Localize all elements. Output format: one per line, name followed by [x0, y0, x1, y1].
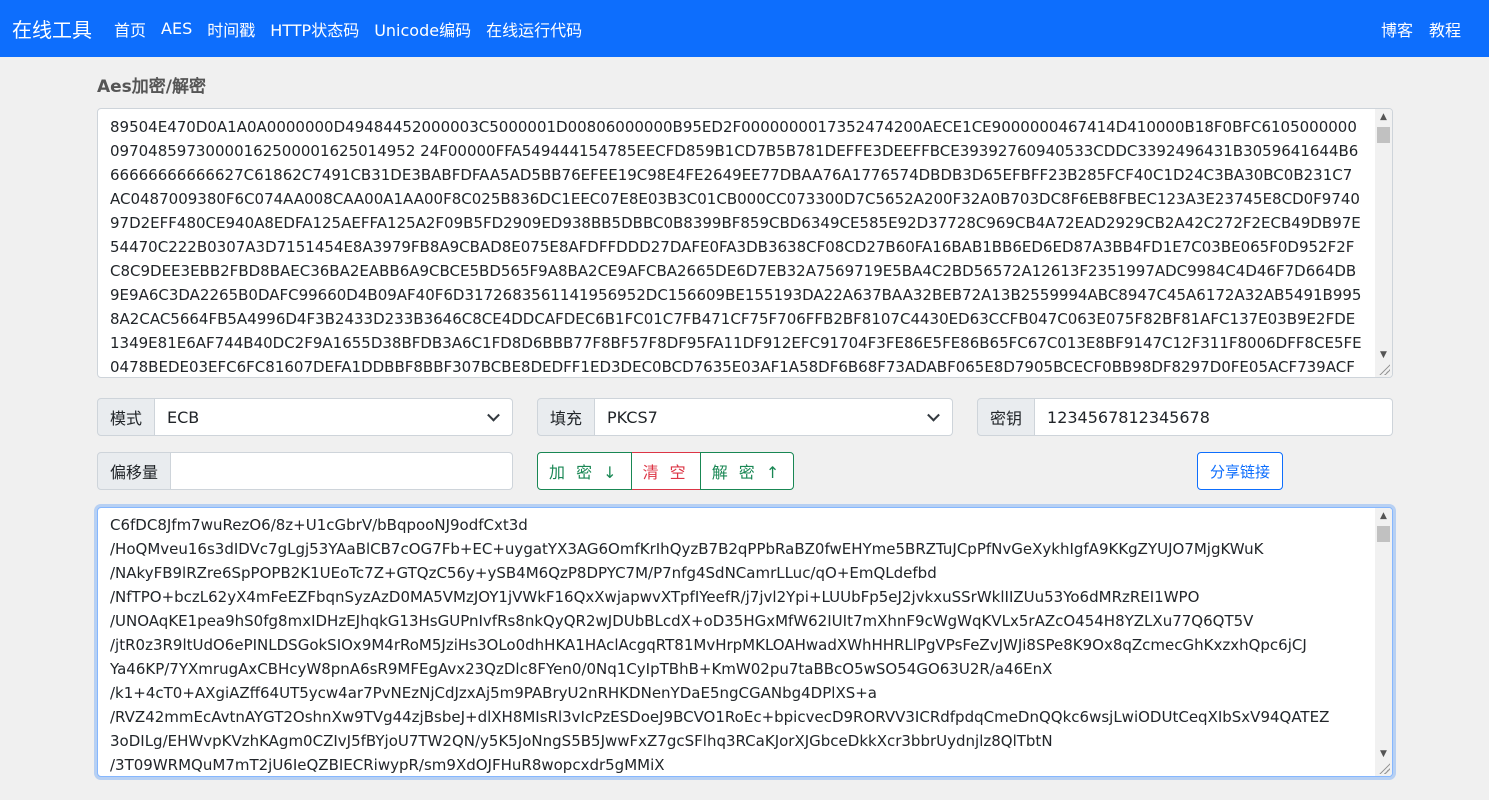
brand-logo[interactable]: 在线工具 [12, 14, 92, 43]
key-input-group: 密钥 1234567812345678 [977, 398, 1393, 436]
output-line: /k1+4cT0+AXgiAZff64UT5ycw4ar7PvNEzNjCdJz… [110, 684, 877, 702]
nav-link-aes[interactable]: AES [161, 19, 192, 38]
output-line: /RVZ42mmEcAvtnAYGT2OshnXw9TVg44zjBsbeJ+d… [110, 708, 1330, 726]
scroll-down-icon[interactable]: ▼ [1375, 746, 1392, 762]
nav-link-tutorial[interactable]: 教程 [1429, 17, 1461, 41]
output-scrollbar[interactable]: ▲ ▼ [1375, 508, 1392, 776]
input-scrollbar[interactable]: ▲ ▼ [1375, 109, 1392, 377]
padding-label: 填充 [537, 398, 596, 436]
scroll-up-icon[interactable]: ▲ [1375, 109, 1392, 125]
chevron-down-icon [487, 408, 500, 422]
padding-value: PKCS7 [607, 407, 658, 427]
resize-handle-icon[interactable] [1378, 762, 1390, 774]
resize-handle-icon[interactable] [1378, 363, 1390, 375]
scroll-up-icon[interactable]: ▲ [1375, 508, 1392, 524]
output-line: /HoQMveu16s3dIDVc7gLgj53YAaBlCB7cOG7Fb+E… [110, 540, 1264, 558]
nav-link-home[interactable]: 首页 [114, 17, 146, 41]
input-textarea[interactable]: 89504E470D0A1A0A0000000D49484452000003C5… [97, 108, 1393, 378]
nav-right-group: 博客 教程 [1381, 17, 1477, 41]
chevron-down-icon [927, 408, 940, 422]
share-link-button[interactable]: 分享链接 [1197, 452, 1284, 490]
input-text: 89504E470D0A1A0A0000000D49484452000003C5… [110, 118, 1362, 376]
options-row: 模式 ECB 填充 PKCS7 密钥 1234567812345678 [97, 398, 1393, 436]
output-text: C6fDC8Jfm7wuRezO6/8z+U1cGbrV/bBqpooNJ9od… [98, 508, 1392, 776]
actions-row: 偏移量 加 密 ↓ 清 空 解 密 ↑ 分享链接 [97, 452, 1393, 490]
output-line: /3T09WRMQuM7mT2jU6IeQZBIECRiwypR/sm9XdOJ… [110, 756, 665, 774]
offset-input[interactable] [171, 452, 513, 490]
output-line: Ya46KP/7YXmrugAxCBHcyW8pnA6sR9MFEgAvx23Q… [110, 660, 1053, 678]
output-line: /UNOAqKE1pea9hS0fg8mxIDHzEJhqkG13HsGUPnI… [110, 612, 1254, 630]
top-navbar: 在线工具 首页 AES 时间戳 HTTP状态码 Unicode编码 在线运行代码… [0, 0, 1489, 57]
key-input[interactable]: 1234567812345678 [1035, 398, 1393, 436]
scroll-thumb[interactable] [1377, 526, 1390, 542]
output-line: /NfTPO+bczL62yX4mFeEZFbqnSyzAzD0MA5VMzJO… [110, 588, 1200, 606]
action-button-group: 加 密 ↓ 清 空 解 密 ↑ [537, 452, 795, 490]
clear-button[interactable]: 清 空 [631, 452, 700, 490]
nav-link-run-code[interactable]: 在线运行代码 [486, 17, 582, 41]
nav-link-blog[interactable]: 博客 [1381, 17, 1413, 41]
key-label: 密钥 [977, 398, 1036, 436]
mode-value: ECB [167, 407, 200, 427]
nav-link-http-status[interactable]: HTTP状态码 [270, 17, 359, 41]
padding-select-group: 填充 PKCS7 [537, 398, 953, 436]
main-container: Aes加密/解密 89504E470D0A1A0A0000000D4948445… [97, 57, 1393, 378]
output-line: /jtR0z3R9ltUdO6ePINLDSGokSIOx9M4rRoM5Jzi… [110, 636, 1307, 654]
output-line: 3oDILg/EHWvpKVzhKAgm0CZIvJ5fBYjoU7TW2QN/… [110, 732, 1053, 750]
output-line: /NAkyFB9lRZre6SpPOPB2K1UEoTc7Z+GTQzC56y+… [110, 564, 937, 582]
mode-select[interactable]: ECB [155, 398, 513, 436]
scroll-down-icon[interactable]: ▼ [1375, 347, 1392, 363]
decrypt-button[interactable]: 解 密 ↑ [699, 452, 795, 490]
padding-select[interactable]: PKCS7 [595, 398, 953, 436]
mode-select-group: 模式 ECB [97, 398, 513, 436]
nav-link-unicode[interactable]: Unicode编码 [374, 17, 471, 41]
offset-label: 偏移量 [97, 452, 172, 490]
nav-link-timestamp[interactable]: 时间戳 [207, 17, 255, 41]
output-textarea[interactable]: C6fDC8Jfm7wuRezO6/8z+U1cGbrV/bBqpooNJ9od… [97, 507, 1393, 777]
page-title: Aes加密/解密 [97, 77, 207, 97]
mode-label: 模式 [97, 398, 156, 436]
encrypt-button[interactable]: 加 密 ↓ [537, 452, 632, 490]
scroll-thumb[interactable] [1377, 127, 1390, 143]
output-line: C6fDC8Jfm7wuRezO6/8z+U1cGbrV/bBqpooNJ9od… [110, 516, 528, 534]
offset-input-group: 偏移量 [97, 452, 513, 490]
